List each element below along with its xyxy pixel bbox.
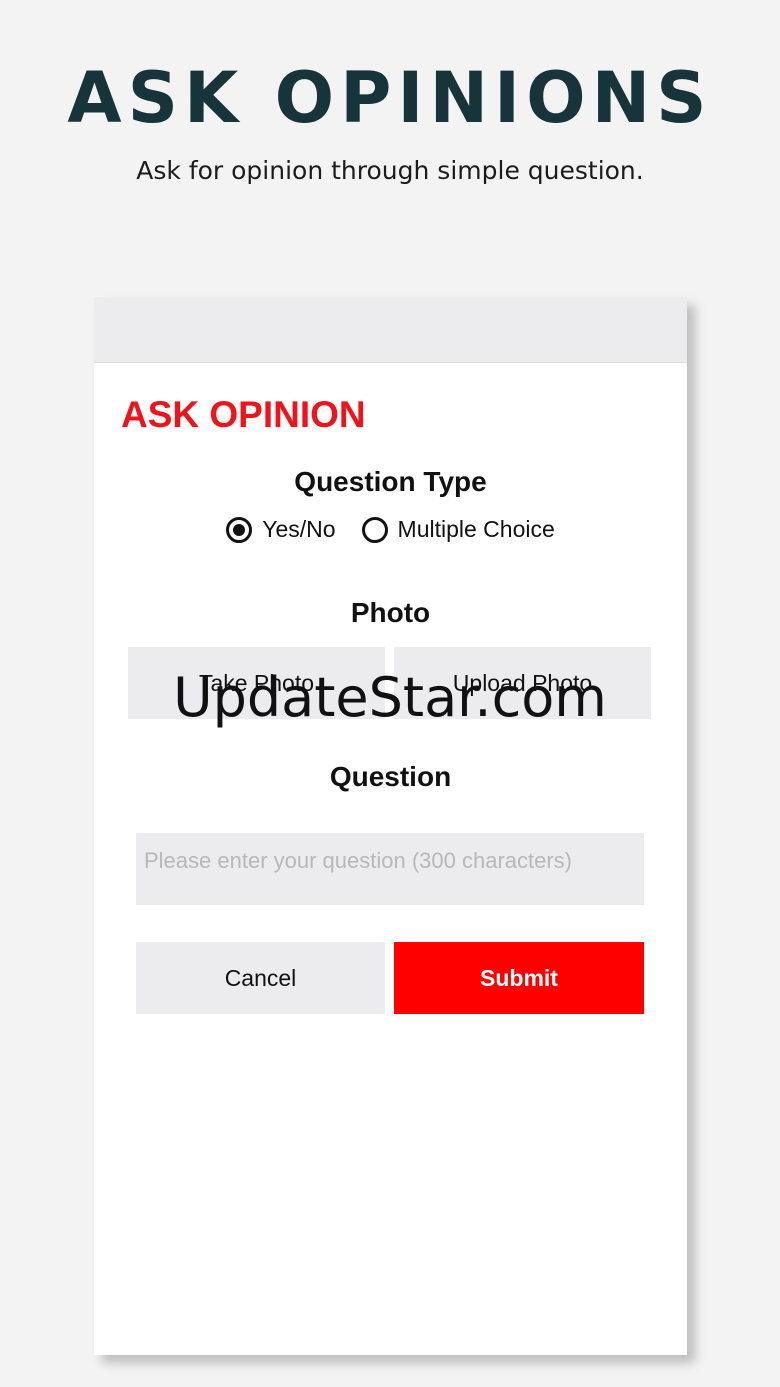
take-photo-button[interactable]: Take Photo: [128, 647, 385, 719]
cancel-button[interactable]: Cancel: [136, 942, 385, 1014]
hero-subtitle: Ask for opinion through simple question.: [136, 156, 644, 185]
question-input[interactable]: [136, 833, 644, 905]
upload-photo-button[interactable]: Upload Photo: [394, 647, 651, 719]
phone-top-bar: [94, 297, 687, 363]
radio-unchecked-icon[interactable]: [361, 516, 388, 543]
question-type-label: Question Type: [294, 466, 487, 497]
submit-button[interactable]: Submit: [394, 942, 644, 1014]
phone-screen: ASK OPINION Question Type Yes/No Multipl…: [94, 297, 687, 1355]
photo-label: Photo: [350, 597, 431, 628]
radio-multiple-choice[interactable]: Multiple Choice: [361, 516, 555, 543]
question-type-radio-group: Yes/No Multiple Choice: [94, 516, 687, 543]
radio-yes-no-label: Yes/No: [262, 516, 336, 542]
hero-title: ASK OPINIONS: [67, 57, 713, 139]
question-label: Question: [329, 761, 452, 792]
screen-title: ASK OPINION: [121, 394, 366, 435]
radio-checked-icon[interactable]: [226, 516, 253, 543]
radio-multiple-choice-label: Multiple Choice: [397, 516, 555, 542]
radio-yes-no[interactable]: Yes/No: [226, 516, 336, 543]
